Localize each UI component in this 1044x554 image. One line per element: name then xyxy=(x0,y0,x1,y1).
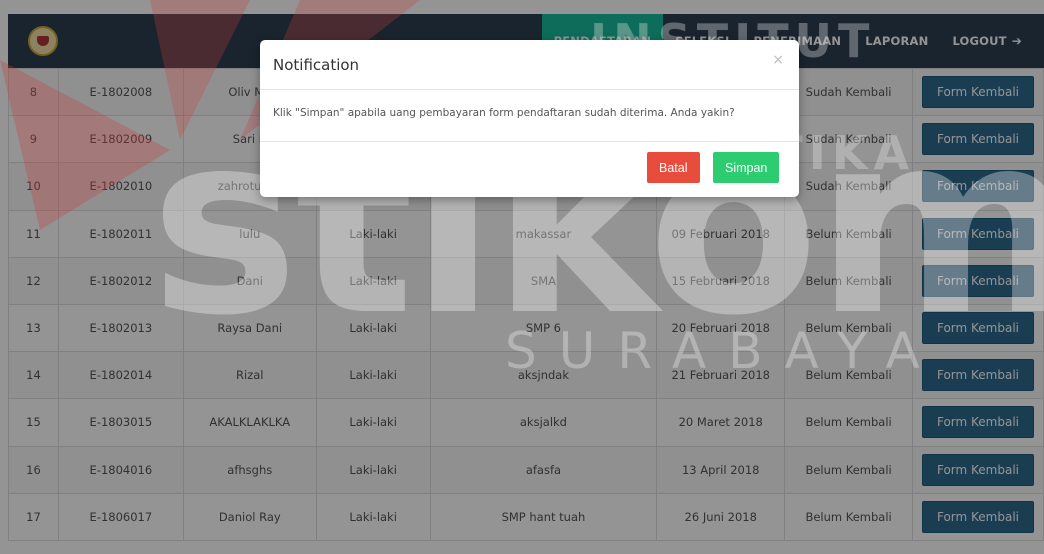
modal-body: Klik "Simpan" apabila uang pembayaran fo… xyxy=(260,90,799,142)
close-icon[interactable]: × xyxy=(772,52,784,68)
notification-modal: Notification × Klik "Simpan" apabila uan… xyxy=(260,40,799,197)
modal-message: Klik "Simpan" apabila uang pembayaran fo… xyxy=(273,107,735,119)
modal-title: Notification xyxy=(273,56,360,74)
save-button[interactable]: Simpan xyxy=(713,152,780,183)
modal-header: Notification × xyxy=(260,40,799,90)
cancel-button[interactable]: Batal xyxy=(647,152,700,183)
modal-footer: Batal Simpan xyxy=(260,142,799,197)
